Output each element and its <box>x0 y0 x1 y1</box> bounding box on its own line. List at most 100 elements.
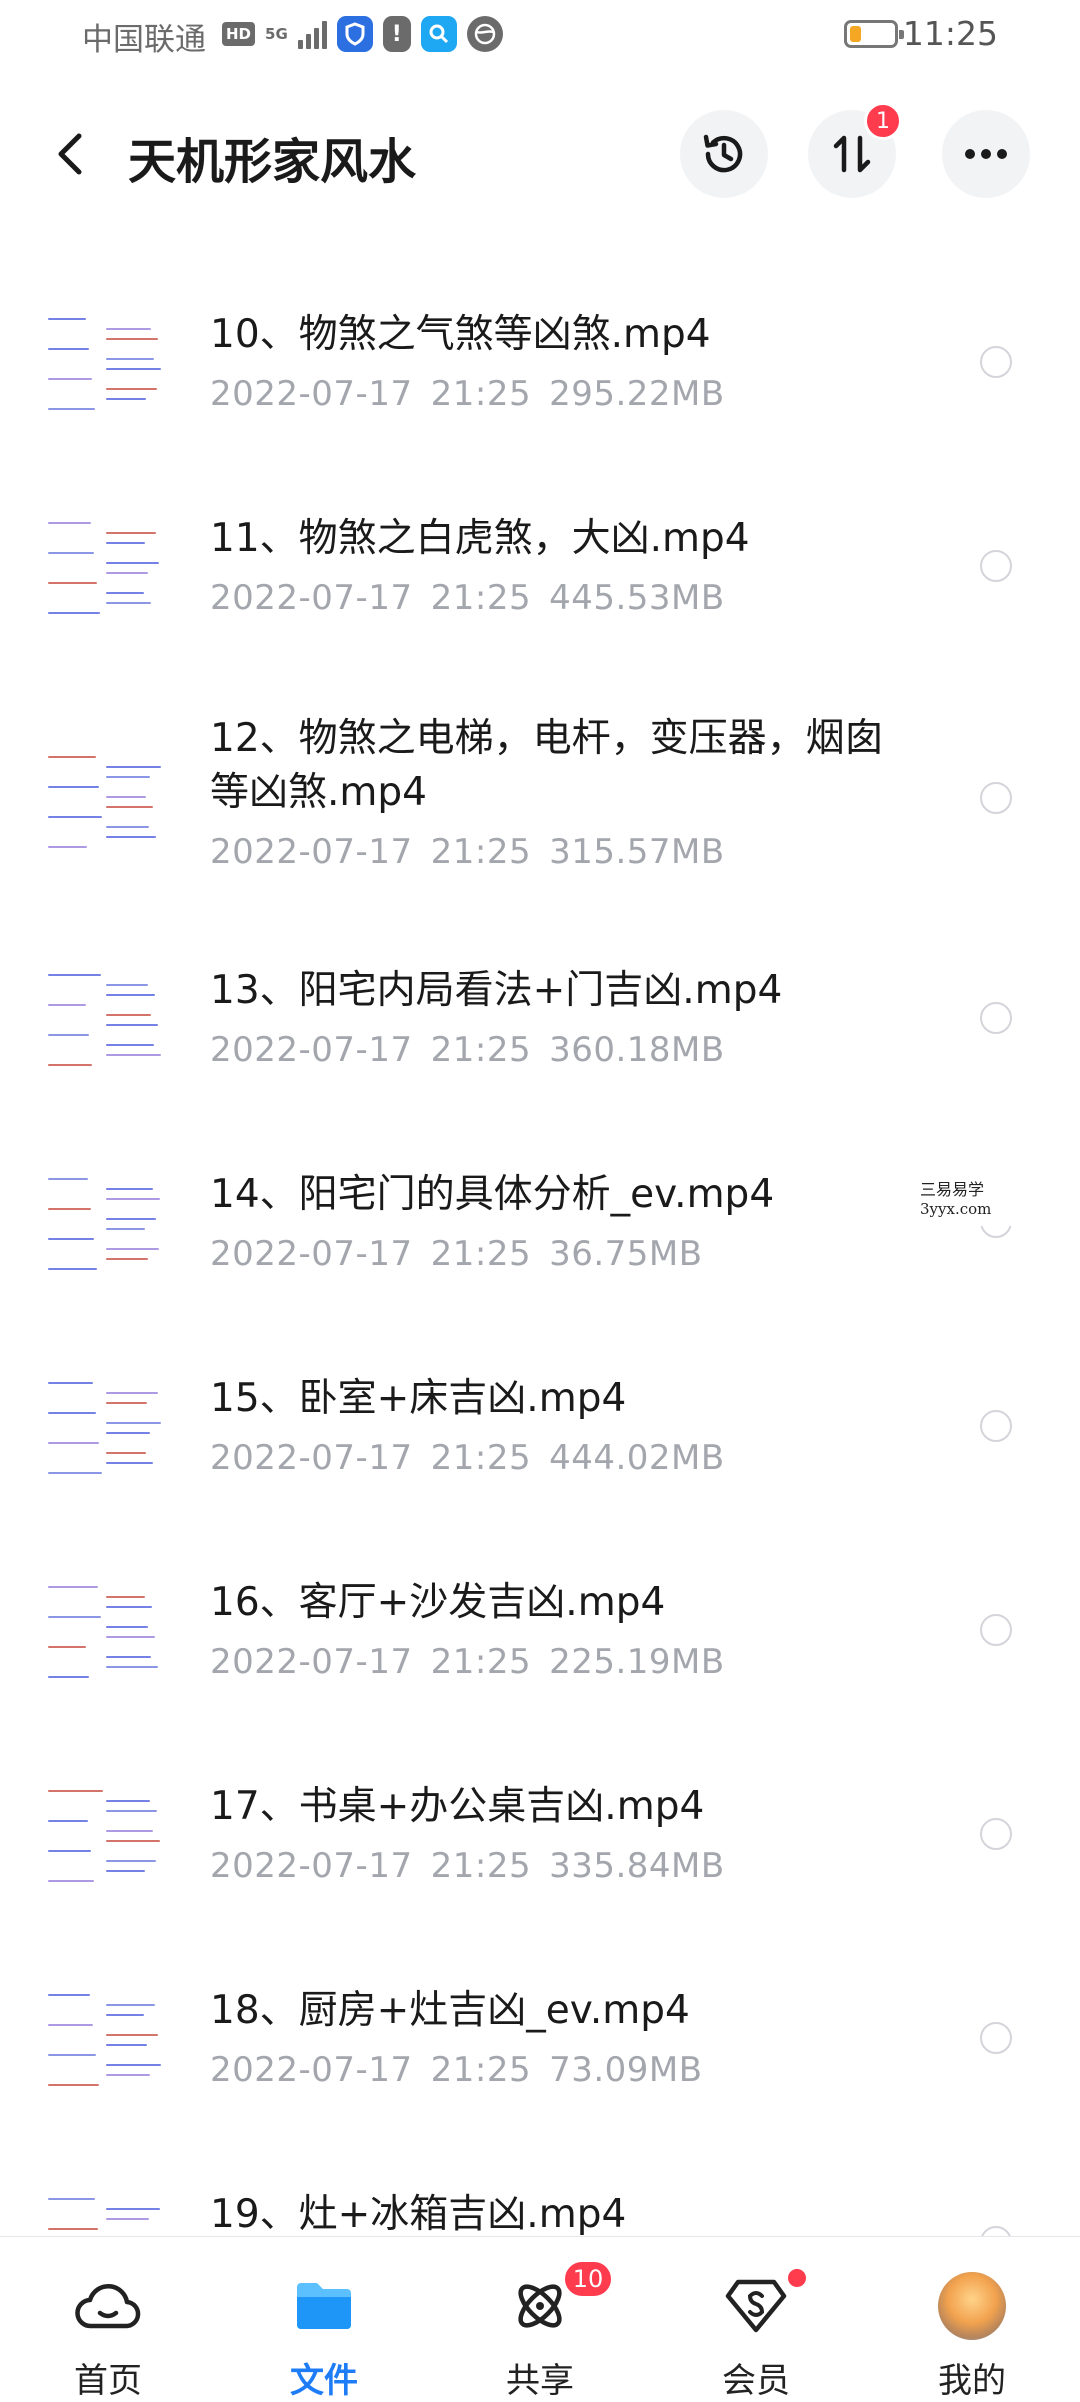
thumbnail-text-line <box>48 1268 97 1270</box>
thumbnail-text-line <box>106 994 155 996</box>
thumbnail-text-line <box>106 1800 150 1802</box>
thumbnail-text-line <box>106 1666 158 1668</box>
thumbnail-text-line <box>106 388 157 390</box>
video-thumbnail <box>44 744 164 864</box>
alert-icon: ! <box>382 16 411 52</box>
file-name: 17、书桌+办公桌吉凶.mp4 <box>210 1784 705 1829</box>
file-name: 10、物煞之气煞等凶煞.mp4 <box>210 312 711 357</box>
thumbnail-text-line <box>106 806 153 808</box>
thumbnail-text-line <box>48 974 101 976</box>
thumbnail-text-line <box>106 572 148 574</box>
hd-icon: HD <box>222 22 256 46</box>
thumbnail-text-line <box>106 562 159 564</box>
thumbnail-text-line <box>106 1054 161 1056</box>
history-button[interactable] <box>680 110 768 198</box>
thumbnail-text-line <box>48 1616 101 1618</box>
tab-profile[interactable]: 我的 <box>902 2237 1042 2401</box>
search-app-icon <box>420 16 457 52</box>
transfer-count-badge: 1 <box>864 102 902 140</box>
thumbnail-text-line <box>48 408 95 410</box>
tab-home[interactable]: 首页 <box>38 2237 178 2401</box>
thumbnail-text-line <box>48 318 86 320</box>
thumbnail-text-line <box>48 1382 93 1384</box>
tab-label: 会员 <box>722 2361 790 2401</box>
file-meta: 2022-07-17 21:25 360.18MB <box>210 1030 725 1070</box>
select-radio[interactable] <box>980 2226 1012 2236</box>
thumbnail-text-line <box>106 1392 158 1394</box>
thumbnail-text-line <box>48 2024 93 2026</box>
thumbnail-text-line <box>48 1004 86 1006</box>
thumbnail-text-line <box>106 542 145 544</box>
file-meta: 2022-07-17 21:25 445.53MB <box>210 578 725 618</box>
select-radio[interactable] <box>980 782 1012 814</box>
thumbnail-text-line <box>48 2084 99 2086</box>
select-radio[interactable] <box>980 1002 1012 1034</box>
battery-level <box>850 26 861 42</box>
select-radio[interactable] <box>980 1410 1012 1442</box>
thumbnail-text-line <box>48 1238 94 1240</box>
thumbnail-text-line <box>48 1850 91 1852</box>
thumbnail-text-line <box>48 1676 89 1678</box>
thumbnail-text-line <box>106 592 144 594</box>
select-radio[interactable] <box>980 550 1012 582</box>
cloud-home-icon <box>73 2271 143 2341</box>
tab-share[interactable]: 10 共享 <box>470 2237 614 2401</box>
thumbnail-text-line <box>106 1422 161 1424</box>
tab-member[interactable]: 会员 <box>686 2237 826 2401</box>
thumbnail-text-line <box>106 2044 147 2046</box>
thumbnail-text-line <box>106 1258 148 1260</box>
video-thumbnail <box>44 306 164 426</box>
file-meta: 2022-07-17 21:25 315.57MB <box>210 832 725 872</box>
video-thumbnail <box>44 1982 164 2102</box>
thumbnail-text-line <box>106 2074 150 2076</box>
more-dots-icon <box>965 149 1007 159</box>
thumbnail-text-line <box>106 1228 145 1230</box>
select-radio[interactable] <box>980 1614 1012 1646</box>
thumbnail-text-line <box>48 1442 99 1444</box>
thumbnail-text-line <box>48 522 91 524</box>
video-thumbnail <box>44 1166 164 1286</box>
thumbnail-text-line <box>48 1034 89 1036</box>
video-thumbnail <box>44 510 164 630</box>
transfer-button[interactable]: 1 <box>808 102 902 198</box>
thumbnail-text-line <box>106 338 158 340</box>
thumbnail-text-line <box>106 1840 160 1842</box>
page-title: 天机形家风水 <box>128 134 417 190</box>
thumbnail-text-line <box>106 1606 152 1608</box>
file-name: 15、卧室+床吉凶.mp4 <box>210 1376 627 1421</box>
video-thumbnail <box>44 1574 164 1694</box>
thumbnail-text-line <box>106 328 151 330</box>
chevron-left-icon <box>58 133 82 175</box>
select-radio[interactable] <box>980 1818 1012 1850</box>
thumbnail-text-line <box>106 602 151 604</box>
thumbnail-text-line <box>48 1208 91 1210</box>
thumbnail-text-line <box>106 1188 153 1190</box>
thumbnail-text-line <box>106 2208 160 2210</box>
video-thumbnail <box>44 1370 164 1490</box>
file-name: 11、物煞之白虎煞，大凶.mp4 <box>210 516 750 561</box>
thumbnail-text-line <box>106 984 148 986</box>
select-radio[interactable] <box>980 2022 1012 2054</box>
thumbnail-text-line <box>48 582 97 584</box>
clock: 11:25 <box>902 14 998 53</box>
thumbnail-text-line <box>106 1044 154 1046</box>
thumbnail-text-line <box>48 756 96 758</box>
thumbnail-text-line <box>106 1452 146 1454</box>
select-radio[interactable] <box>980 346 1012 378</box>
thumbnail-text-line <box>48 1646 86 1648</box>
thumbnail-text-line <box>106 826 149 828</box>
thumbnail-text-line <box>48 1472 102 1474</box>
thumbnail-text-line <box>48 1790 103 1792</box>
thumbnail-text-line <box>106 2034 158 2036</box>
tab-files[interactable]: 文件 <box>254 2237 394 2401</box>
file-meta: 2022-07-17 21:25 295.22MB <box>210 374 725 414</box>
thumbnail-text-line <box>48 1586 98 1588</box>
thumbnail-text-line <box>48 2054 96 2056</box>
back-button[interactable] <box>44 128 96 180</box>
thumbnail-text-line <box>106 1432 150 1434</box>
thumbnail-text-line <box>106 398 146 400</box>
thumbnail-text-line <box>106 1596 145 1598</box>
more-button[interactable] <box>942 110 1030 198</box>
network-type: 5G <box>265 25 288 43</box>
thumbnail-text-line <box>106 2014 144 2016</box>
